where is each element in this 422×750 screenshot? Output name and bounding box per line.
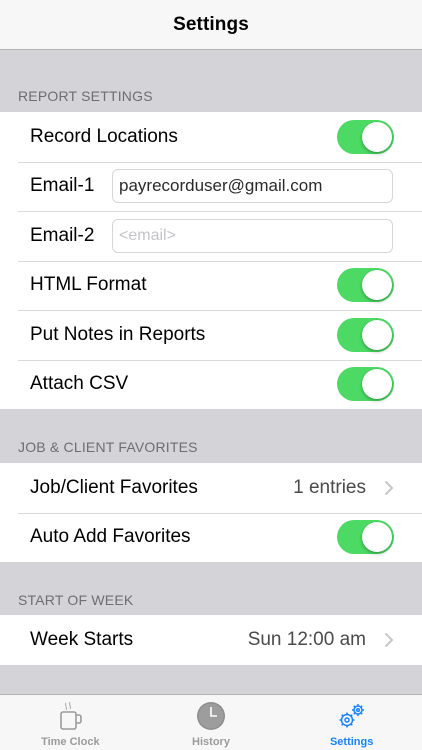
tab-time-clock[interactable]: Time Clock [0,695,141,750]
switch-knob [362,369,392,400]
switch-knob [362,121,392,152]
tab-history-label: History [192,736,230,748]
week-starts-label: Week Starts [30,628,134,650]
tab-history[interactable]: History [141,695,282,750]
notes-in-reports-switch[interactable] [337,317,394,352]
record-locations-switch[interactable] [337,119,394,154]
switch-knob [362,319,392,350]
job-client-favorites-count: 1 entries [293,476,366,498]
row-record-locations: Record Locations [0,112,422,162]
switch-knob [362,270,392,301]
html-format-label: HTML Format [30,274,147,296]
tab-settings[interactable]: Settings [281,695,422,750]
start-of-week-group: Week Starts Sun 12:00 am [0,615,422,665]
auto-add-favorites-label: Auto Add Favorites [30,526,191,548]
notes-in-reports-label: Put Notes in Reports [30,323,206,345]
clock-icon [196,700,226,732]
attach-csv-label: Attach CSV [30,373,129,395]
email-1-label: Email-1 [30,175,95,197]
chevron-right-icon [384,480,394,496]
attach-csv-switch[interactable] [337,367,394,402]
section-header-start-of-week: START OF WEEK [18,592,134,608]
section-header-favorites: JOB & CLIENT FAVORITES [18,439,198,455]
email-2-label: Email-2 [30,224,95,246]
row-notes-in-reports: Put Notes in Reports [0,310,422,360]
section-header-report-settings: REPORT SETTINGS [18,88,153,104]
auto-add-favorites-switch[interactable] [337,520,394,555]
email-1-field[interactable]: payrecorduser@gmail.com [112,169,393,204]
row-html-format: HTML Format [0,260,422,311]
row-email-2: Email-2 <email> [0,211,422,261]
gears-icon [337,700,367,732]
tab-time-clock-label: Time Clock [41,736,100,748]
coffee-cup-icon [57,700,83,732]
job-client-favorites-label: Job/Client Favorites [30,476,198,498]
tab-bar: Time Clock History Settings [0,694,422,750]
nav-bar: Settings [0,0,422,50]
row-job-client-favorites[interactable]: Job/Client Favorites 1 entries [0,463,422,513]
page-title: Settings [173,13,249,35]
switch-knob [362,522,392,553]
row-auto-add-favorites: Auto Add Favorites [0,512,422,563]
html-format-switch[interactable] [337,268,394,303]
chevron-right-icon [384,632,394,648]
favorites-group: Job/Client Favorites 1 entries Auto Add … [0,463,422,562]
row-email-1: Email-1 payrecorduser@gmail.com [0,161,422,212]
row-attach-csv: Attach CSV [0,359,422,410]
report-settings-group: Record Locations Email-1 payrecorduser@g… [0,112,422,409]
week-starts-value: Sun 12:00 am [247,628,366,650]
tab-settings-label: Settings [329,736,374,748]
row-week-starts[interactable]: Week Starts Sun 12:00 am [0,615,422,665]
record-locations-label: Record Locations [30,125,178,147]
email-2-field[interactable]: <email> [112,218,393,253]
